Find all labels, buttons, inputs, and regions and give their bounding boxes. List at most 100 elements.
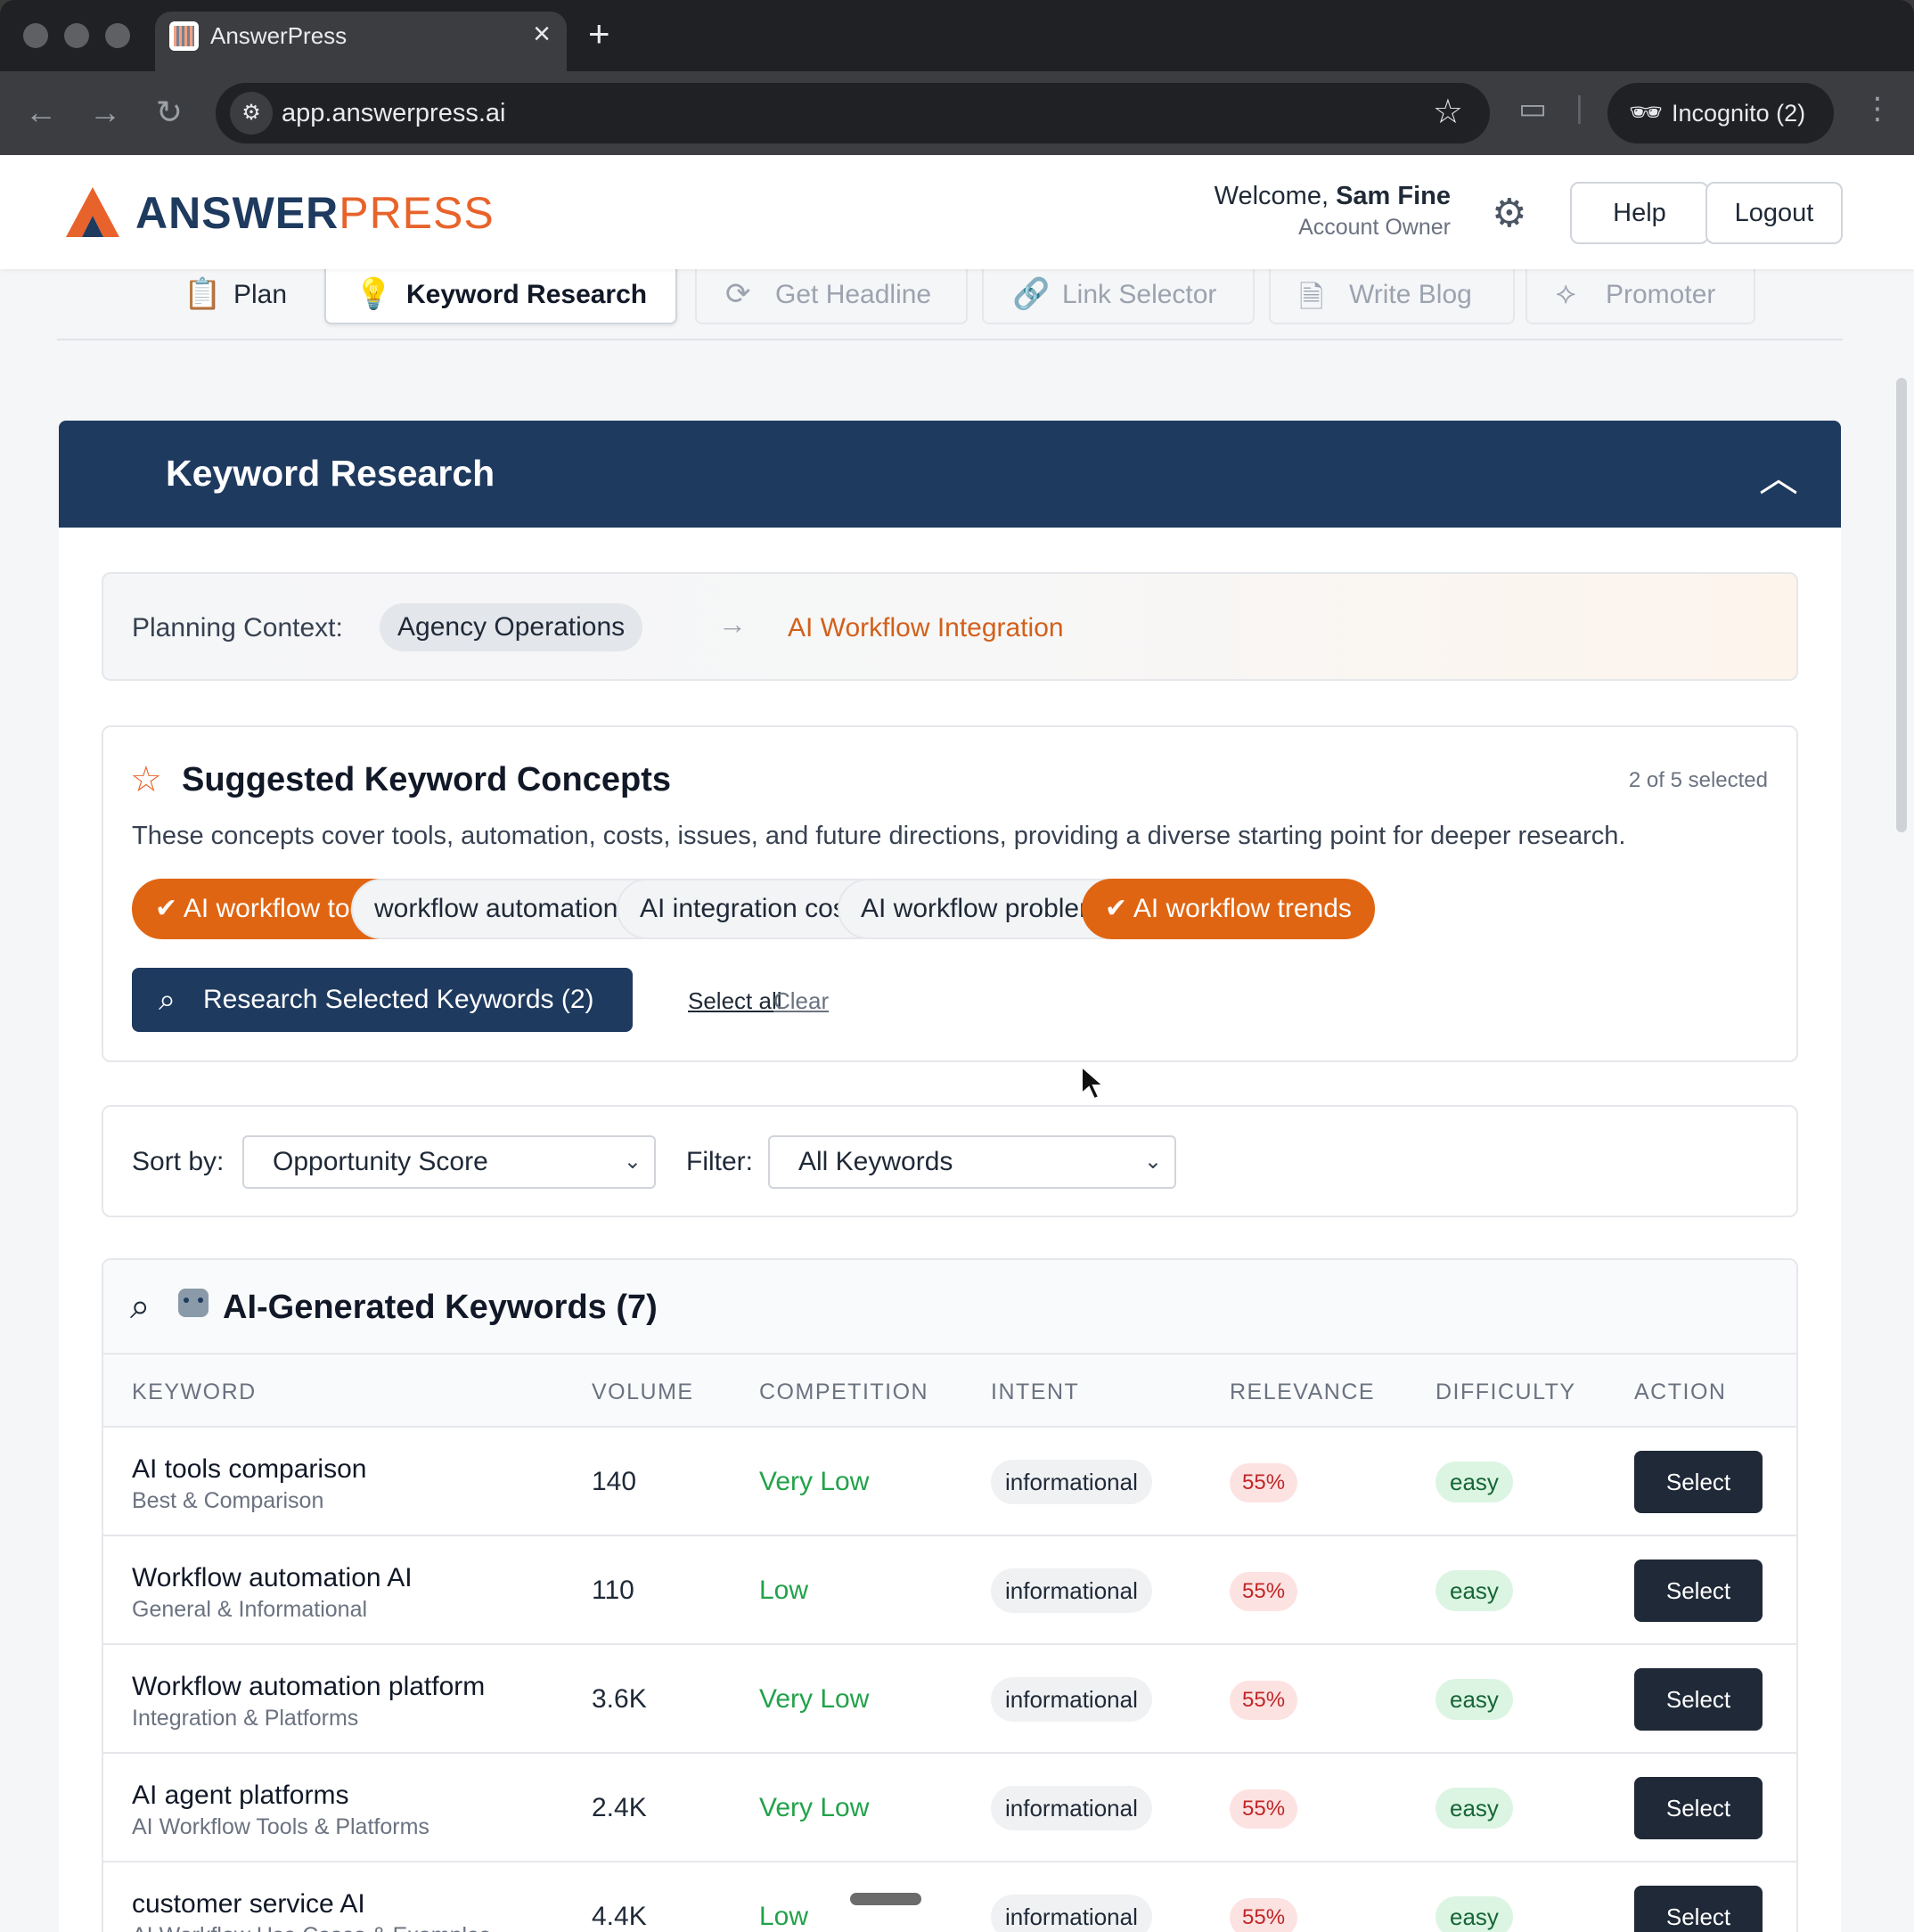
step-get-headline[interactable]: ⟳ Get Headline [695,264,968,324]
table-row: Workflow automation AI General & Informa… [103,1536,1796,1645]
select-all-link[interactable]: Select all [688,987,782,1015]
reload-icon[interactable]: ↻ [148,91,191,134]
difficulty-badge: easy [1436,1896,1513,1932]
scroll-handle[interactable] [850,1893,921,1905]
keyword-competition: Low [759,1902,809,1931]
chevron-down-icon: ⌄ [1143,1150,1162,1174]
url-text[interactable]: app.answerpress.ai [282,99,505,128]
keyword-category: Integration & Platforms [132,1706,359,1731]
concept-chip[interactable]: ✔ AI workflow trends [1082,879,1375,939]
table-header-row: KEYWORD VOLUME COMPETITION INTENT RELEVA… [103,1355,1796,1428]
workflow-steps: 📋 Plan 💡 Keyword Research ⟳ Get Headline… [57,264,1843,340]
research-button-label: Research Selected Keywords (2) [203,985,594,1014]
panel-header[interactable]: Keyword Research ︿ [59,421,1841,528]
keyword-category: AI Workflow Tools & Platforms [132,1814,429,1839]
page-scrollbar[interactable] [1896,378,1907,832]
browser-menu-icon[interactable]: ⋮ [1862,91,1893,127]
research-selected-button[interactable]: ⌕ Research Selected Keywords (2) [132,968,633,1032]
chevron-up-icon[interactable]: ︿ [1759,446,1798,503]
user-role: Account Owner [1298,215,1451,240]
keyword-competition: Very Low [759,1684,870,1714]
clear-link[interactable]: Clear [773,987,829,1015]
keyword-name: AI tools comparison [132,1454,367,1484]
difficulty-badge: easy [1436,1788,1513,1829]
logout-button[interactable]: Logout [1705,182,1843,244]
relevance-badge: 55% [1230,1463,1298,1502]
keyword-volume: 140 [592,1467,637,1496]
answerpress-logo-icon [66,187,119,237]
new-tab-icon[interactable]: + [588,12,610,55]
relevance-badge: 55% [1230,1681,1298,1720]
keyword-volume: 110 [592,1576,634,1605]
column-header[interactable]: INTENT [991,1379,1079,1405]
column-header[interactable]: VOLUME [592,1379,694,1405]
window-zoom-dot[interactable] [105,23,130,48]
difficulty-badge: easy [1436,1461,1513,1502]
help-button[interactable]: Help [1570,182,1709,244]
robot-icon [178,1289,209,1317]
incognito-icon: 🕶 [1629,98,1664,127]
search-icon: ⌕ [130,1287,151,1326]
settings-gear-icon[interactable]: ⚙ [1492,191,1526,236]
column-header[interactable]: DIFFICULTY [1436,1379,1576,1405]
keywords-header: ⌕ AI-Generated Keywords (7) [103,1260,1796,1355]
cast-search-icon[interactable]: ▭ [1518,91,1547,127]
keywords-title: AI-Generated Keywords (7) [223,1289,658,1326]
lightbulb-icon: 💡 [355,277,393,311]
close-tab-icon[interactable]: × [533,17,551,52]
column-header[interactable]: RELEVANCE [1230,1379,1375,1405]
step-promoter[interactable]: ⟡ Promoter [1525,264,1755,324]
site-settings-icon[interactable]: ⚙ [230,92,273,135]
bookmark-star-icon[interactable]: ☆ [1433,92,1463,132]
keyword-category: Best & Comparison [132,1488,324,1513]
difficulty-badge: easy [1436,1679,1513,1720]
filter-select[interactable]: All Keywords ⌄ [768,1135,1176,1189]
keyword-category: AI Workflow Use Cases & Examples [132,1923,490,1932]
table-row: customer service AI AI Workflow Use Case… [103,1862,1796,1932]
arrow-right-icon: → [718,608,747,640]
sort-value: Opportunity Score [273,1147,488,1176]
column-header: ACTION [1634,1379,1727,1404]
sort-select[interactable]: Opportunity Score ⌄ [242,1135,656,1189]
back-icon[interactable]: ← [20,91,62,134]
column-header[interactable]: COMPETITION [759,1379,928,1405]
forward-icon[interactable]: → [84,91,127,134]
intent-badge: informational [991,1677,1152,1722]
address-bar[interactable]: ⚙ app.answerpress.ai ☆ [216,83,1490,143]
panel-title: Keyword Research [166,453,495,494]
keywords-table-card: ⌕ AI-Generated Keywords (7) KEYWORD VOLU… [102,1258,1798,1932]
browser-toolbar: ← → ↻ ⚙ app.answerpress.ai ☆ ▭ | 🕶 Incog… [0,71,1914,155]
logo-wordmark[interactable]: ANSWERPRESS [135,187,495,239]
intent-badge: informational [991,1786,1152,1830]
select-keyword-button[interactable]: Select [1634,1777,1763,1839]
browser-tab[interactable]: AnswerPress × [155,12,567,71]
keyword-volume: 2.4K [592,1793,647,1822]
window-minimize-dot[interactable] [64,23,89,48]
column-header[interactable]: KEYWORD [132,1379,257,1405]
incognito-badge[interactable]: 🕶 Incognito (2) [1607,83,1834,143]
page: ANSWERPRESS Welcome, Sam Fine Account Ow… [0,155,1914,1932]
sort-label: Sort by: [132,1147,225,1176]
context-topic: AI Workflow Integration [788,613,1064,643]
select-keyword-button[interactable]: Select [1634,1560,1763,1622]
link-icon: 🔗 [1012,277,1051,311]
window-close-dot[interactable] [23,23,48,48]
keyword-name: AI agent platforms [132,1781,349,1810]
keyword-name: Workflow automation platform [132,1672,486,1701]
step-link-selector[interactable]: 🔗 Link Selector [982,264,1255,324]
concepts-description: These concepts cover tools, automation, … [132,822,1626,850]
keyword-research-panel: Keyword Research ︿ Planning Context: Age… [59,421,1841,1932]
select-keyword-button[interactable]: Select [1634,1886,1763,1932]
intent-badge: informational [991,1460,1152,1504]
favicon-icon [169,21,199,51]
step-keyword-research[interactable]: 💡 Keyword Research [324,264,677,324]
keyword-competition: Very Low [759,1793,870,1822]
step-write-blog[interactable]: 🗎 Write Blog [1269,264,1515,324]
intent-badge: informational [991,1568,1152,1613]
select-keyword-button[interactable]: Select [1634,1668,1763,1731]
share-icon: ⟡ [1556,276,1576,310]
filter-value: All Keywords [798,1147,953,1176]
mouse-cursor-icon [1081,1065,1106,1101]
select-keyword-button[interactable]: Select [1634,1451,1763,1513]
incognito-label: Incognito (2) [1672,100,1806,127]
